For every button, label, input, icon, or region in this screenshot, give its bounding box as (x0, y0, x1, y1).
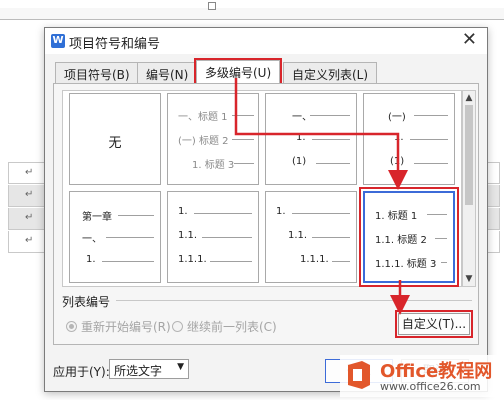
apply-to-select[interactable]: 所选文字 ▼ (109, 359, 189, 379)
preset-chapter[interactable]: 第一章 一、 1. (69, 191, 161, 283)
dialog-title: 项目符号和编号 (69, 37, 161, 52)
customize-highlight (395, 310, 473, 338)
radio-icon[interactable] (172, 321, 183, 332)
scroll-thumb[interactable] (465, 105, 473, 205)
preset-decimal-indented[interactable]: 1. 1.1. 1.1.1. (265, 191, 357, 283)
list-numbering-label: 列表编号 (62, 295, 111, 309)
office-logo-icon (348, 361, 370, 389)
chevron-down-icon: ▼ (177, 362, 184, 372)
preset-gallery: 无 一、标题 1 (一) 标题 2 1. 标题 3 一、 1. (1) (一) (62, 90, 462, 287)
section-divider (116, 300, 472, 301)
tab-bullets[interactable]: 项目符号(B) (55, 62, 139, 84)
radio-icon[interactable] (66, 321, 77, 332)
tab-numbering[interactable]: 编号(N) (137, 62, 198, 84)
doc-table-row[interactable]: ↵ (8, 185, 46, 207)
restart-numbering-option[interactable]: 重新开始编号(R) (66, 318, 171, 335)
bullets-numbering-dialog: W 项目符号和编号 ✕ 项目符号(B) 编号(N) 多级编号(U) 自定义列表(… (44, 27, 488, 392)
preset-decimal-left[interactable]: 1. 1.1. 1.1.1. (167, 191, 259, 283)
doc-table-row[interactable]: ↵ (8, 162, 46, 184)
preset-paren-chinese[interactable]: (一) 1. (1) (363, 93, 455, 185)
preset-chinese-arabic[interactable]: 一、 1. (1) (265, 93, 357, 185)
wps-app-icon: W (51, 34, 65, 48)
doc-table-row[interactable]: ↵ (8, 231, 46, 253)
tab-custom-list[interactable]: 自定义列表(L) (283, 62, 378, 84)
scroll-down-icon[interactable]: ▼ (463, 273, 475, 285)
ruler-marker[interactable] (208, 2, 216, 10)
doc-table-row[interactable]: ↵ (8, 208, 46, 230)
tab-multilevel[interactable]: 多级编号(U) (193, 58, 283, 86)
gallery-scrollbar[interactable]: ▲ ▼ (462, 90, 476, 287)
apply-to-label: 应用于(Y): (53, 365, 110, 379)
scroll-up-icon[interactable]: ▲ (463, 92, 475, 104)
dialog-titlebar: W 项目符号和编号 ✕ (45, 28, 487, 54)
site-watermark: Office教程网 www.office26.com (340, 355, 500, 397)
multilevel-panel: 无 一、标题 1 (一) 标题 2 1. 标题 3 一、 1. (1) (一) (53, 83, 479, 345)
selection-highlight (359, 187, 459, 287)
close-icon[interactable]: ✕ (462, 30, 477, 50)
ruler (0, 8, 504, 20)
continue-list-option[interactable]: 继续前一列表(C) (172, 318, 277, 335)
preset-heading-chinese[interactable]: 一、标题 1 (一) 标题 2 1. 标题 3 (167, 93, 259, 185)
preset-none[interactable]: 无 (69, 93, 161, 185)
